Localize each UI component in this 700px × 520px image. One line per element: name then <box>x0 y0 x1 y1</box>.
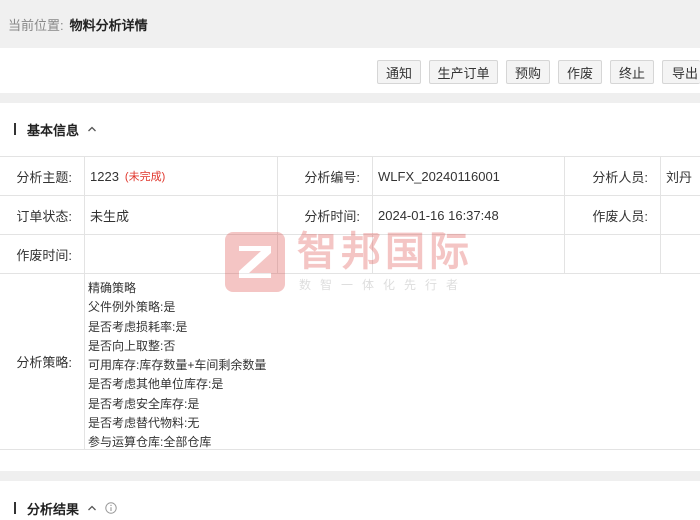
order-status-label: 订单状态: <box>16 208 72 224</box>
strategy-value: 精确策略 父件例外策略:是 是否考虑损耗率:是 是否向上取整:否 可用库存:库存… <box>88 279 266 453</box>
topic-label: 分析主题: <box>16 169 72 185</box>
production-order-button[interactable]: 生产订单 <box>429 60 498 84</box>
result-header[interactable]: 分析结果 <box>14 500 117 517</box>
breadcrumb: 当前位置: 物料分析详情 <box>0 0 700 48</box>
strategy-line: 精确策略 <box>88 281 137 295</box>
section-divider <box>0 471 700 481</box>
order-status-value: 未生成 <box>90 208 130 224</box>
info-icon[interactable] <box>105 502 117 514</box>
page-title: 物料分析详情 <box>69 17 148 33</box>
void-time-value <box>84 235 277 273</box>
analyst-value: 刘丹 <box>666 169 693 185</box>
basic-info-header[interactable]: 基本信息 <box>14 121 97 138</box>
voider-value <box>660 196 700 234</box>
strategy-line: 是否向上取整:否 <box>88 338 176 353</box>
export-button[interactable]: 导出 <box>662 60 700 84</box>
strategy-line: 父件例外策略:是 <box>88 300 176 315</box>
row-divider <box>0 273 700 274</box>
code-label: 分析编号: <box>304 169 360 185</box>
basic-info-title: 基本信息 <box>27 122 80 138</box>
strategy-line: 可用库存:库存数量+车间剩余数量 <box>88 358 267 373</box>
analysis-time-value: 2024-01-16 16:37:48 <box>378 207 499 223</box>
strategy-line: 是否考虑替代物料:无 <box>88 416 200 431</box>
code-value: WLFX_20240116001 <box>378 168 500 184</box>
section-marker <box>14 502 16 514</box>
strategy-line: 参与运算仓库:全部仓库 <box>88 435 212 450</box>
chevron-up-icon[interactable] <box>87 124 97 134</box>
topic-status-badge: (未完成) <box>124 171 166 183</box>
breadcrumb-prefix: 当前位置: <box>8 17 64 33</box>
topic-value: 1223 <box>90 168 119 184</box>
section-divider <box>0 93 700 103</box>
strategy-line: 是否考虑损耗率:是 <box>88 319 188 334</box>
void-time-label: 作废时间: <box>16 247 72 263</box>
analysis-time-label: 分析时间: <box>304 208 360 224</box>
analyst-label: 分析人员: <box>592 169 648 185</box>
voider-label: 作废人员: <box>592 208 648 224</box>
strategy-label: 分析策略: <box>16 355 72 370</box>
strategy-line: 是否考虑安全库存:是 <box>88 396 200 411</box>
topic-value-cell: 1223 (未完成) <box>84 157 277 195</box>
chevron-up-icon[interactable] <box>87 503 97 513</box>
terminate-button[interactable]: 终止 <box>610 60 654 84</box>
pre-purchase-button[interactable]: 预购 <box>506 60 550 84</box>
notify-button[interactable]: 通知 <box>377 60 421 84</box>
result-title: 分析结果 <box>27 501 80 517</box>
section-marker <box>14 123 16 135</box>
strategy-line: 是否考虑其他单位库存:是 <box>88 377 224 392</box>
void-button[interactable]: 作废 <box>558 60 602 84</box>
